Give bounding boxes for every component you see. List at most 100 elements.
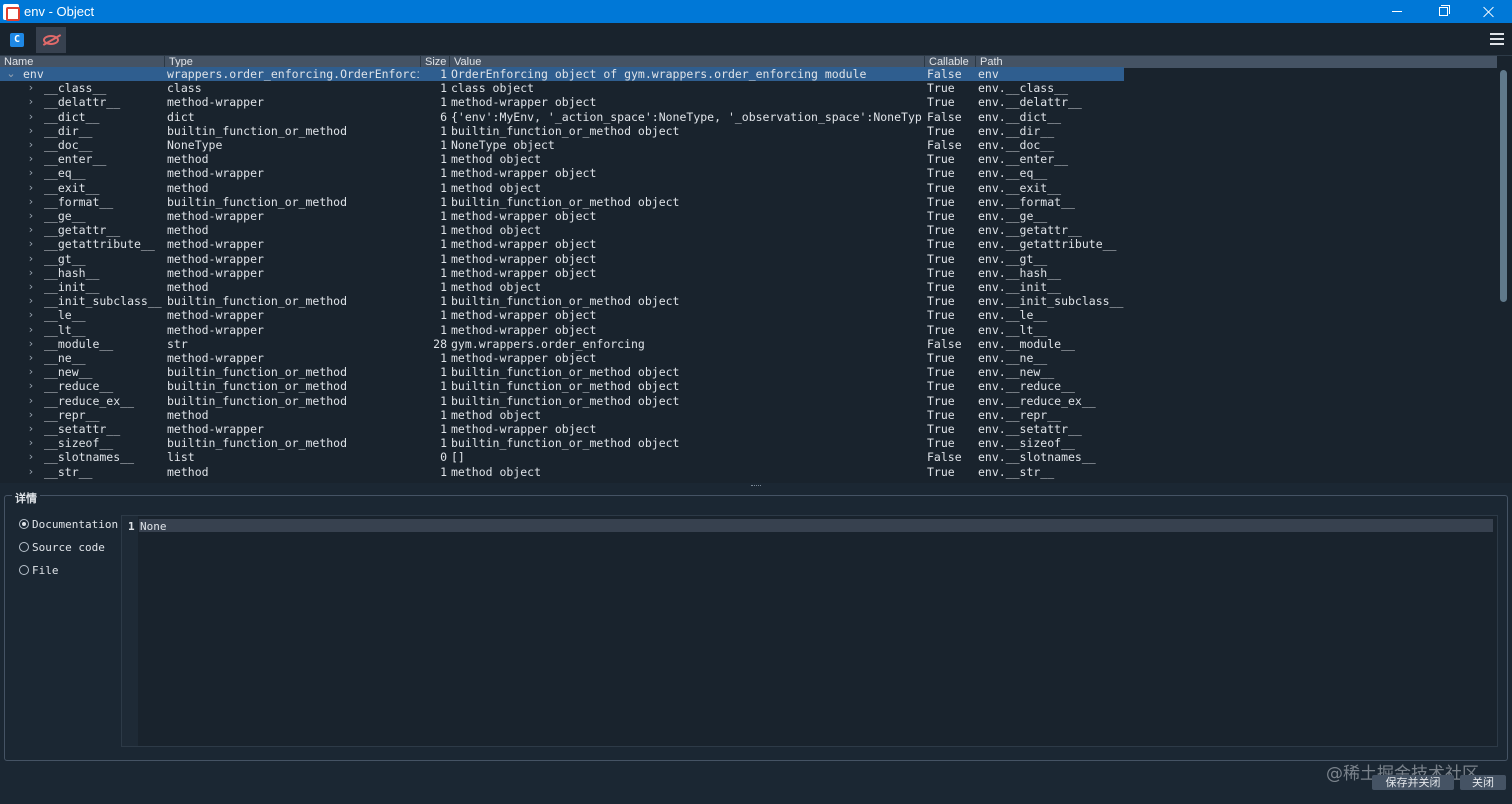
chevron-right-icon[interactable]: › [26, 365, 36, 379]
table-row[interactable]: › __hash__ method-wrapper 1 method-wrapper o… [0, 266, 1497, 280]
cell-value: method object [451, 152, 542, 167]
window-titlebar: env - Object [0, 0, 1512, 23]
table-row[interactable]: › __slotnames__ list 0 [] False env.__slotname… [0, 450, 1497, 464]
cell-size: 1 [440, 180, 447, 195]
hide-private-button[interactable] [36, 27, 66, 53]
cell-callable: True [927, 436, 955, 451]
chevron-right-icon[interactable]: › [26, 266, 36, 280]
radio-file[interactable]: File [19, 563, 59, 577]
radio-label: Source code [32, 540, 105, 554]
chevron-right-icon[interactable]: › [26, 323, 36, 337]
chevron-right-icon[interactable]: › [26, 422, 36, 436]
chevron-right-icon[interactable]: › [26, 166, 36, 180]
pane-splitter[interactable] [0, 483, 1512, 491]
table-row[interactable]: › __lt__ method-wrapper 1 method-wrapper obj… [0, 323, 1497, 337]
table-row[interactable]: › __ge__ method-wrapper 1 method-wrapper obj… [0, 209, 1497, 223]
chevron-right-icon[interactable]: › [26, 394, 36, 408]
cell-value: [] [451, 450, 465, 465]
cell-path: env.__lt__ [978, 322, 1048, 337]
chevron-right-icon[interactable]: › [26, 223, 36, 237]
options-menu-button[interactable] [1490, 33, 1504, 45]
radio-unchecked-icon [19, 565, 29, 575]
minimize-button[interactable] [1374, 0, 1420, 23]
table-row[interactable]: › __getattr__ method 1 method object True env.… [0, 223, 1497, 237]
chevron-right-icon[interactable]: › [26, 280, 36, 294]
chevron-right-icon[interactable]: › [26, 181, 36, 195]
close-button[interactable]: 关闭 [1460, 775, 1506, 790]
cell-type: builtin_function_or_method [167, 393, 348, 408]
chevron-right-icon[interactable]: › [26, 465, 36, 479]
cell-path: env.__ne__ [978, 351, 1048, 365]
cell-callable: True [927, 81, 955, 96]
cell-size: 0 [440, 450, 447, 465]
chevron-right-icon[interactable]: › [26, 152, 36, 166]
table-row[interactable]: › __ne__ method-wrapper 1 method-wrapper obj… [0, 351, 1497, 365]
table-row[interactable]: › __new__ builtin_function_or_method 1 built… [0, 365, 1497, 379]
documentation-editor[interactable]: 1 None [121, 515, 1498, 747]
table-row[interactable]: › __doc__ NoneType 1 NoneType object False env… [0, 138, 1497, 152]
chevron-down-icon[interactable]: ⌄ [6, 67, 16, 81]
table-row[interactable]: › __repr__ method 1 method object True env.__r… [0, 408, 1497, 422]
table-row[interactable]: › __class__ class 1 class object True env.__cl… [0, 81, 1497, 95]
table-row[interactable]: › __dict__ dict 6 {'env':MyEnv, '_action_spa… [0, 110, 1497, 124]
scrollbar-thumb[interactable] [1500, 70, 1507, 302]
table-row[interactable]: › __sizeof__ builtin_function_or_method 1 bu… [0, 436, 1497, 450]
chevron-right-icon[interactable]: › [26, 308, 36, 322]
cell-callable: True [927, 180, 955, 195]
cell-callable: True [927, 365, 955, 380]
table-row[interactable]: › __getattribute__ method-wrapper 1 method-w… [0, 237, 1497, 251]
save-and-close-button[interactable]: 保存并关闭 [1372, 775, 1454, 790]
table-row[interactable]: › __enter__ method 1 method object True env.__… [0, 152, 1497, 166]
close-window-button[interactable] [1466, 0, 1512, 23]
cell-type: builtin_function_or_method [167, 379, 348, 394]
chevron-right-icon[interactable]: › [26, 436, 36, 450]
table-row[interactable]: › __format__ builtin_function_or_method 1 bu… [0, 195, 1497, 209]
chevron-right-icon[interactable]: › [26, 379, 36, 393]
chevron-right-icon[interactable]: › [26, 124, 36, 138]
table-row[interactable]: ⌄ env wrappers.order_enforcing.OrderEnforc… [0, 67, 1124, 82]
chevron-right-icon[interactable]: › [26, 294, 36, 308]
cell-path: env.__hash__ [978, 265, 1062, 280]
cell-name: __exit__ [44, 180, 100, 195]
table-row[interactable]: › __reduce__ builtin_function_or_method 1 bu… [0, 379, 1497, 393]
chevron-right-icon[interactable]: › [26, 337, 36, 351]
chevron-right-icon[interactable]: › [26, 351, 36, 365]
table-row[interactable]: › __delattr__ method-wrapper 1 method-wrappe… [0, 95, 1497, 109]
chevron-right-icon[interactable]: › [26, 450, 36, 464]
table-row[interactable]: › __dir__ builtin_function_or_method 1 built… [0, 124, 1497, 138]
chevron-right-icon[interactable]: › [26, 110, 36, 124]
cell-type: method-wrapper [167, 265, 264, 280]
chevron-right-icon[interactable]: › [26, 138, 36, 152]
chevron-right-icon[interactable]: › [26, 209, 36, 223]
radio-documentation[interactable]: Documentation [19, 517, 118, 531]
cell-name: __str__ [44, 464, 93, 479]
cell-name: __ge__ [44, 209, 86, 223]
chevron-right-icon[interactable]: › [26, 95, 36, 109]
table-row[interactable]: › __le__ method-wrapper 1 method-wrapper obj… [0, 308, 1497, 322]
radio-source-code[interactable]: Source code [19, 540, 105, 554]
chevron-right-icon[interactable]: › [26, 195, 36, 209]
table-row[interactable]: › __reduce_ex__ builtin_function_or_method… [0, 394, 1497, 408]
table-row[interactable]: › __gt__ method-wrapper 1 method-wrapper obj… [0, 252, 1497, 266]
restore-button[interactable] [1420, 0, 1466, 23]
table-row[interactable]: › __init__ method 1 method object True env.__i… [0, 280, 1497, 294]
vertical-scrollbar[interactable] [1499, 68, 1508, 480]
chevron-right-icon[interactable]: › [26, 408, 36, 422]
chevron-right-icon[interactable]: › [26, 237, 36, 251]
table-row[interactable]: › __str__ method 1 method object True env.__st… [0, 465, 1497, 479]
cell-type: builtin_function_or_method [167, 194, 348, 209]
cell-size: 1 [440, 152, 447, 167]
table-row[interactable]: › __init_subclass__ builtin_function_or_me… [0, 294, 1497, 308]
show-callables-button[interactable]: C [2, 27, 32, 53]
table-row[interactable]: › __module__ str 28 gym.wrappers.order_enfor… [0, 337, 1497, 351]
cell-name: __gt__ [44, 251, 86, 266]
chevron-right-icon[interactable]: › [26, 81, 36, 95]
chevron-right-icon[interactable]: › [26, 252, 36, 266]
hamburger-icon [1490, 33, 1504, 35]
cell-size: 1 [440, 379, 447, 394]
table-row[interactable]: › __setattr__ method-wrapper 1 method-wrappe… [0, 422, 1497, 436]
table-row[interactable]: › __eq__ method-wrapper 1 method-wrapper obj… [0, 166, 1497, 180]
table-row[interactable]: › __exit__ method 1 method object True env.__e… [0, 181, 1497, 195]
cell-callable: False [927, 109, 962, 124]
cell-callable: True [927, 294, 955, 309]
